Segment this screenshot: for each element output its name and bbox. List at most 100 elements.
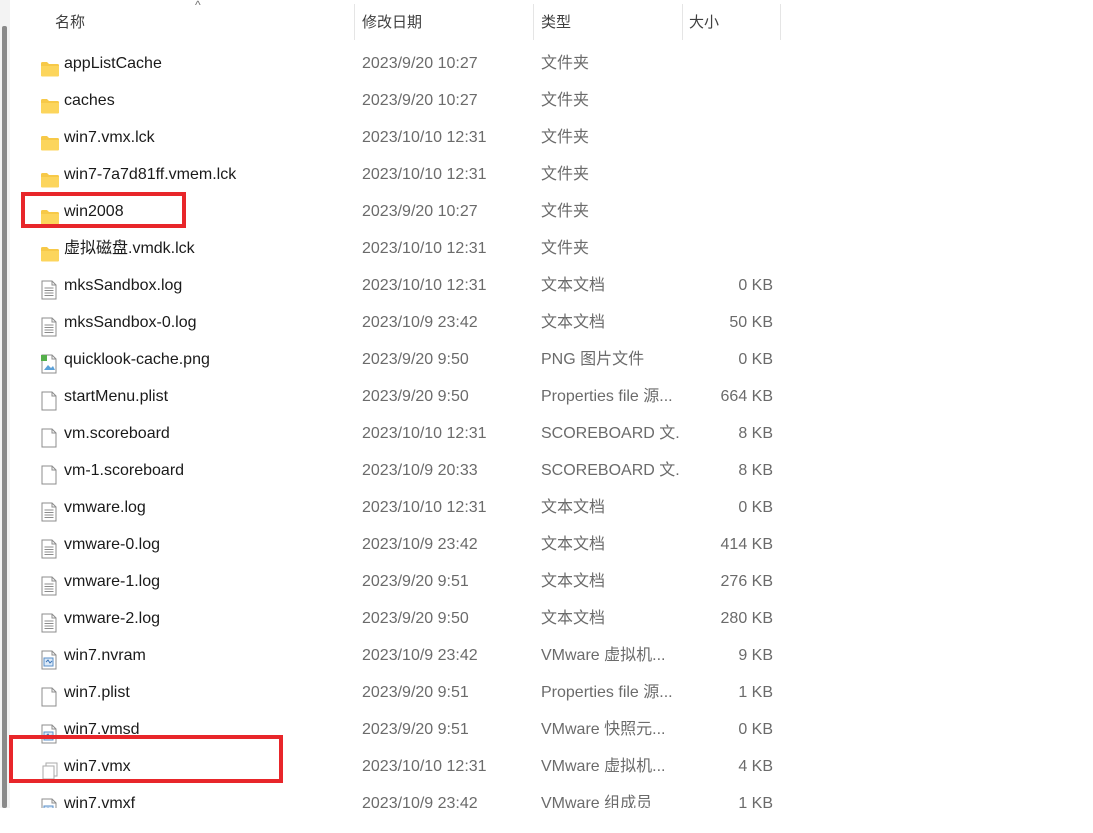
- file-row[interactable]: appListCache 2023/9/20 10:27 文件夹: [10, 45, 800, 82]
- column-header-type[interactable]: 类型: [541, 0, 571, 40]
- file-size: 0 KB: [738, 277, 773, 294]
- text-file-icon: [40, 499, 58, 522]
- file-name[interactable]: vmware-2.log: [64, 600, 160, 637]
- folder-icon: [40, 92, 59, 114]
- file-type: 文件夹: [541, 129, 590, 146]
- file-type: VMware 虚拟机...: [541, 647, 666, 664]
- file-name[interactable]: vm.scoreboard: [64, 415, 170, 452]
- file-name[interactable]: appListCache: [64, 45, 162, 82]
- file-date: 2023/10/10 12:31: [362, 425, 487, 442]
- vertical-scrollbar[interactable]: [0, 0, 10, 808]
- file-date: 2023/10/10 12:31: [362, 499, 487, 516]
- file-type: VMware 虚拟机...: [541, 758, 666, 775]
- file-row[interactable]: vmware-0.log 2023/10/9 23:42 文本文档 414 KB: [10, 526, 800, 563]
- file-name[interactable]: win7.nvram: [64, 637, 146, 674]
- file-name[interactable]: mksSandbox-0.log: [64, 304, 197, 341]
- file-name[interactable]: 虚拟磁盘.vmdk.lck: [64, 230, 195, 267]
- blank-file-icon: [40, 462, 58, 485]
- file-date: 2023/10/9 23:42: [362, 795, 478, 808]
- file-date: 2023/9/20 9:51: [362, 684, 469, 701]
- folder-icon: [40, 240, 59, 262]
- file-row[interactable]: caches 2023/9/20 10:27 文件夹: [10, 82, 800, 119]
- file-name[interactable]: win2008: [64, 193, 124, 230]
- file-row[interactable]: quicklook-cache.png 2023/9/20 9:50 PNG 图片文…: [10, 341, 800, 378]
- vmware-file-icon: [40, 721, 58, 744]
- column-header-date[interactable]: 修改日期: [362, 0, 422, 40]
- text-file-icon: [40, 314, 58, 337]
- folder-icon: [40, 55, 59, 77]
- file-date: 2023/9/20 9:50: [362, 388, 469, 405]
- column-header-size[interactable]: 大小: [689, 0, 719, 40]
- file-name[interactable]: win7.vmx.lck: [64, 119, 155, 156]
- file-date: 2023/9/20 9:51: [362, 573, 469, 590]
- file-name[interactable]: quicklook-cache.png: [64, 341, 210, 378]
- file-type: Properties file 源...: [541, 388, 673, 405]
- file-date: 2023/9/20 10:27: [362, 55, 478, 72]
- file-name[interactable]: mksSandbox.log: [64, 267, 182, 304]
- file-date: 2023/10/9 23:42: [362, 314, 478, 331]
- vmx-file-icon: [40, 758, 58, 780]
- file-name[interactable]: vm-1.scoreboard: [64, 452, 184, 489]
- file-row[interactable]: vmware-2.log 2023/9/20 9:50 文本文档 280 KB: [10, 600, 800, 637]
- file-name[interactable]: win7.plist: [64, 674, 130, 711]
- folder-icon: [40, 203, 59, 225]
- folder-icon: [40, 166, 59, 188]
- file-name[interactable]: win7.vmsd: [64, 711, 140, 748]
- file-row[interactable]: win7.nvram 2023/10/9 23:42 VMware 虚拟机... 9 …: [10, 637, 800, 674]
- file-row[interactable]: vm-1.scoreboard 2023/10/9 20:33 SCOREBOARD…: [10, 452, 800, 489]
- column-divider[interactable]: [682, 4, 683, 40]
- file-date: 2023/10/10 12:31: [362, 240, 487, 257]
- file-type: PNG 图片文件: [541, 351, 645, 368]
- file-type: 文本文档: [541, 499, 606, 516]
- horizontal-scroll-area: [0, 808, 1093, 833]
- file-size: 50 KB: [729, 314, 773, 331]
- file-name[interactable]: win7.vmx: [64, 748, 131, 785]
- file-type: 文件夹: [541, 92, 590, 109]
- column-divider[interactable]: [354, 4, 355, 40]
- file-type: 文件夹: [541, 240, 590, 257]
- blank-file-icon: [40, 425, 58, 448]
- file-row[interactable]: win7.vmx 2023/10/10 12:31 VMware 虚拟机... 4 K…: [10, 748, 800, 785]
- file-type: VMware 组成员: [541, 795, 653, 808]
- file-name[interactable]: vmware-0.log: [64, 526, 160, 563]
- file-row[interactable]: win7.plist 2023/9/20 9:51 Properties file …: [10, 674, 800, 711]
- file-row[interactable]: vmware.log 2023/10/10 12:31 文本文档 0 KB: [10, 489, 800, 526]
- scrollbar-thumb[interactable]: [2, 26, 7, 808]
- file-row[interactable]: mksSandbox-0.log 2023/10/9 23:42 文本文档 50 KB: [10, 304, 800, 341]
- text-file-icon: [40, 573, 58, 596]
- file-row[interactable]: 虚拟磁盘.vmdk.lck 2023/10/10 12:31 文件夹: [10, 230, 800, 267]
- file-list: appListCache 2023/9/20 10:27 文件夹 caches 2023…: [10, 45, 800, 808]
- file-type: 文件夹: [541, 55, 590, 72]
- file-name[interactable]: win7-7a7d81ff.vmem.lck: [64, 156, 236, 193]
- file-row[interactable]: win7-7a7d81ff.vmem.lck 2023/10/10 12:31 文件…: [10, 156, 800, 193]
- file-row[interactable]: mksSandbox.log 2023/10/10 12:31 文本文档 0 KB: [10, 267, 800, 304]
- file-name[interactable]: win7.vmxf: [64, 785, 135, 808]
- file-name[interactable]: vmware-1.log: [64, 563, 160, 600]
- file-date: 2023/10/10 12:31: [362, 758, 487, 775]
- file-name[interactable]: caches: [64, 82, 115, 119]
- file-size: 664 KB: [720, 388, 773, 405]
- file-date: 2023/9/20 10:27: [362, 203, 478, 220]
- file-date: 2023/10/9 20:33: [362, 462, 478, 479]
- file-date: 2023/10/10 12:31: [362, 277, 487, 294]
- column-divider[interactable]: [780, 4, 781, 40]
- file-size: 1 KB: [738, 684, 773, 701]
- file-row[interactable]: vm.scoreboard 2023/10/10 12:31 SCOREBOARD …: [10, 415, 800, 452]
- file-row[interactable]: win7.vmxf 2023/10/9 23:42 VMware 组成员 1 KB: [10, 785, 800, 808]
- column-header-name[interactable]: 名称: [55, 0, 85, 40]
- file-row[interactable]: startMenu.plist 2023/9/20 9:50 Properties …: [10, 378, 800, 415]
- vmware-file-icon: [40, 647, 58, 670]
- file-date: 2023/9/20 10:27: [362, 92, 478, 109]
- sort-ascending-icon: ^: [195, 0, 201, 12]
- column-divider[interactable]: [533, 4, 534, 40]
- file-type: 文本文档: [541, 536, 606, 553]
- file-type: Properties file 源...: [541, 684, 673, 701]
- file-name[interactable]: startMenu.plist: [64, 378, 168, 415]
- file-row[interactable]: win7.vmx.lck 2023/10/10 12:31 文件夹: [10, 119, 800, 156]
- file-row[interactable]: vmware-1.log 2023/9/20 9:51 文本文档 276 KB: [10, 563, 800, 600]
- blank-file-icon: [40, 388, 58, 411]
- file-row[interactable]: win7.vmsd 2023/9/20 9:51 VMware 快照元... 0 KB: [10, 711, 800, 748]
- file-name[interactable]: vmware.log: [64, 489, 146, 526]
- file-date: 2023/9/20 9:50: [362, 351, 469, 368]
- file-row[interactable]: win2008 2023/9/20 10:27 文件夹: [10, 193, 800, 230]
